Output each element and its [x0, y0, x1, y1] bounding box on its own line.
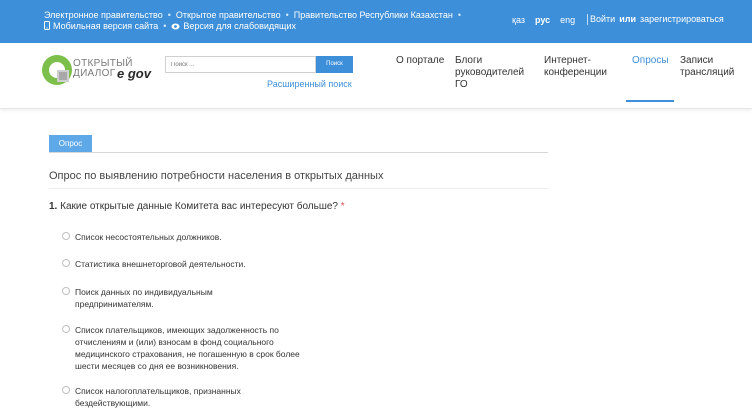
nav-blogs[interactable]: Блоги руководителей ГО: [455, 55, 525, 91]
option-2[interactable]: Статистика внешнеторговой деятельности.: [62, 258, 302, 270]
link-open-government[interactable]: Открытое правительство: [176, 10, 281, 20]
option-label: Список несостоятельных должников.: [75, 232, 222, 242]
search-button[interactable]: Поиск: [316, 56, 353, 73]
advanced-search-link[interactable]: Расширенный поиск: [267, 79, 352, 89]
option-1[interactable]: Список несостоятельных должников.: [62, 231, 302, 243]
nav-active-indicator: [626, 100, 674, 102]
register-link[interactable]: зарегистрироваться: [640, 14, 724, 24]
link-rk-government[interactable]: Правительство Республики Казахстан: [294, 10, 453, 20]
radio-button[interactable]: [62, 232, 70, 240]
login-link[interactable]: Войти: [590, 14, 615, 24]
radio-button[interactable]: [62, 259, 70, 267]
question-text: Какие открытые данные Комитета вас интер…: [60, 201, 338, 212]
eye-icon: [171, 22, 180, 32]
search-input[interactable]: [165, 56, 316, 73]
nav-about[interactable]: О портале: [396, 55, 444, 67]
separator-dot: •: [163, 21, 167, 31]
required-mark: *: [340, 201, 345, 212]
top-bar: Электронное правительство • Открытое прави…: [0, 0, 752, 43]
tab-survey[interactable]: Опрос: [49, 135, 92, 152]
survey-title: Опрос по выявлению потребности населения…: [49, 170, 384, 182]
nav-conferences[interactable]: Интернет-конференции: [544, 55, 614, 79]
nav-surveys[interactable]: Опросы: [632, 55, 669, 67]
option-4[interactable]: Список плательщиков, имеющих задолженнос…: [62, 324, 307, 372]
option-label: Список плательщиков, имеющих задолженнос…: [75, 325, 300, 371]
logo-text-dialog: ДИАЛОГ: [73, 68, 116, 79]
link-mobile-version[interactable]: Мобильная версия сайта: [53, 21, 158, 31]
lang-en[interactable]: eng: [560, 15, 575, 25]
question-1: 1. Какие открытые данные Комитета вас ин…: [49, 201, 345, 212]
option-5[interactable]: Список налогоплательщиков, признанных бе…: [62, 385, 272, 409]
lang-kz[interactable]: қаз: [512, 15, 525, 25]
link-visually-impaired[interactable]: Версия для слабовидящих: [183, 21, 296, 31]
separator-dot: •: [285, 10, 289, 20]
radio-button[interactable]: [62, 386, 70, 394]
or-label: или: [619, 14, 636, 24]
nav-broadcasts[interactable]: Записи трансляций: [680, 55, 740, 79]
separator-dot: •: [167, 10, 171, 20]
top-links: Электронное правительство • Открытое прави…: [44, 10, 466, 20]
divider: [587, 14, 589, 25]
mobile-icon: [44, 21, 50, 32]
radio-button[interactable]: [62, 287, 70, 295]
language-switcher: қаз рус eng: [512, 14, 596, 25]
option-3[interactable]: Поиск данных по индивидуальным предприни…: [62, 286, 237, 310]
link-e-government[interactable]: Электронное правительство: [44, 10, 163, 20]
separator-dot: •: [457, 10, 461, 20]
option-label: Список налогоплательщиков, признанных бе…: [75, 386, 241, 408]
tab-divider: [49, 152, 548, 153]
logo-egov: e gov: [117, 66, 151, 81]
lang-ru[interactable]: рус: [535, 15, 550, 25]
title-divider: [49, 188, 548, 189]
top-links-secondary: Мобильная версия сайта • Версия для слабо…: [44, 21, 296, 32]
auth-links: Войти или зарегистрироваться: [590, 14, 724, 24]
option-label: Статистика внешнеторговой деятельности.: [75, 259, 246, 269]
radio-button[interactable]: [62, 325, 70, 333]
option-label: Поиск данных по индивидуальным предприни…: [75, 287, 213, 309]
question-number: 1.: [49, 201, 58, 212]
logo-icon: [42, 55, 72, 85]
